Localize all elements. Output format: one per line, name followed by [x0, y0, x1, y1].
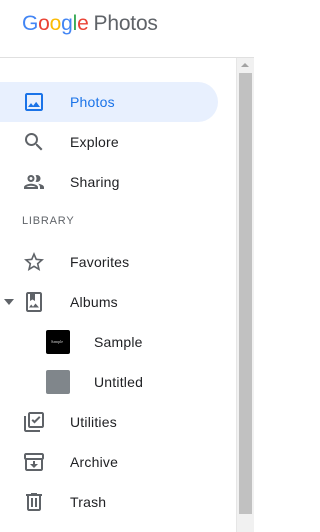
nav-item-label: Trash	[70, 494, 107, 510]
nav-item-favorites[interactable]: Favorites	[0, 242, 218, 282]
nav-item-label: Albums	[70, 294, 118, 310]
nav-item-label: Sharing	[70, 174, 120, 190]
album-item-label: Sample	[94, 334, 143, 350]
scroll-up-arrow-icon[interactable]	[241, 63, 249, 67]
logo-letter: o	[49, 12, 62, 35]
nav-item-label: Explore	[70, 134, 119, 150]
album-item-label: Untitled	[94, 374, 144, 390]
nav-item-trash[interactable]: Trash	[0, 482, 218, 522]
library-section-header: LIBRARY	[22, 215, 75, 227]
trash-icon	[26, 493, 42, 511]
search-icon	[25, 133, 43, 151]
nav-item-explore[interactable]: Explore	[0, 122, 218, 162]
photo-icon	[25, 93, 43, 111]
nav-item-albums[interactable]: Albums	[0, 282, 218, 322]
sidebar-scrollbar[interactable]	[236, 58, 254, 532]
nav-item-archive[interactable]: Archive	[0, 442, 218, 482]
archive-icon	[24, 453, 44, 471]
nav-item-label: Photos	[70, 94, 115, 110]
album-thumbnail	[46, 370, 70, 394]
nav-item-label: Favorites	[70, 254, 130, 270]
google-photos-logo[interactable]: Google Photos	[22, 12, 158, 38]
logo-letter: o	[38, 12, 50, 35]
logo-letter: g	[61, 12, 73, 35]
nav-item-photos[interactable]: Photos	[0, 82, 218, 122]
album-icon	[26, 292, 42, 312]
logo-letter: e	[77, 12, 89, 35]
scrollbar-thumb[interactable]	[239, 73, 252, 514]
sidebar-nav: Photos Explore Sharing LIBRARY Favorites…	[0, 58, 236, 532]
utilities-icon	[24, 412, 44, 432]
people-icon	[24, 175, 44, 189]
nav-item-label: Utilities	[70, 414, 117, 430]
logo-letter: G	[22, 12, 39, 35]
logo-product-name: Photos	[93, 12, 158, 35]
nav-item-sharing[interactable]: Sharing	[0, 162, 218, 202]
star-icon	[24, 252, 44, 271]
album-thumbnail-text: Sample	[51, 339, 63, 344]
album-thumbnail: Sample	[46, 330, 70, 354]
nav-item-utilities[interactable]: Utilities	[0, 402, 218, 442]
expand-arrow-icon[interactable]	[4, 298, 14, 306]
album-item-untitled[interactable]: Untitled	[0, 362, 218, 402]
album-item-sample[interactable]: Sample Sample	[0, 322, 218, 362]
nav-item-label: Archive	[70, 454, 119, 470]
